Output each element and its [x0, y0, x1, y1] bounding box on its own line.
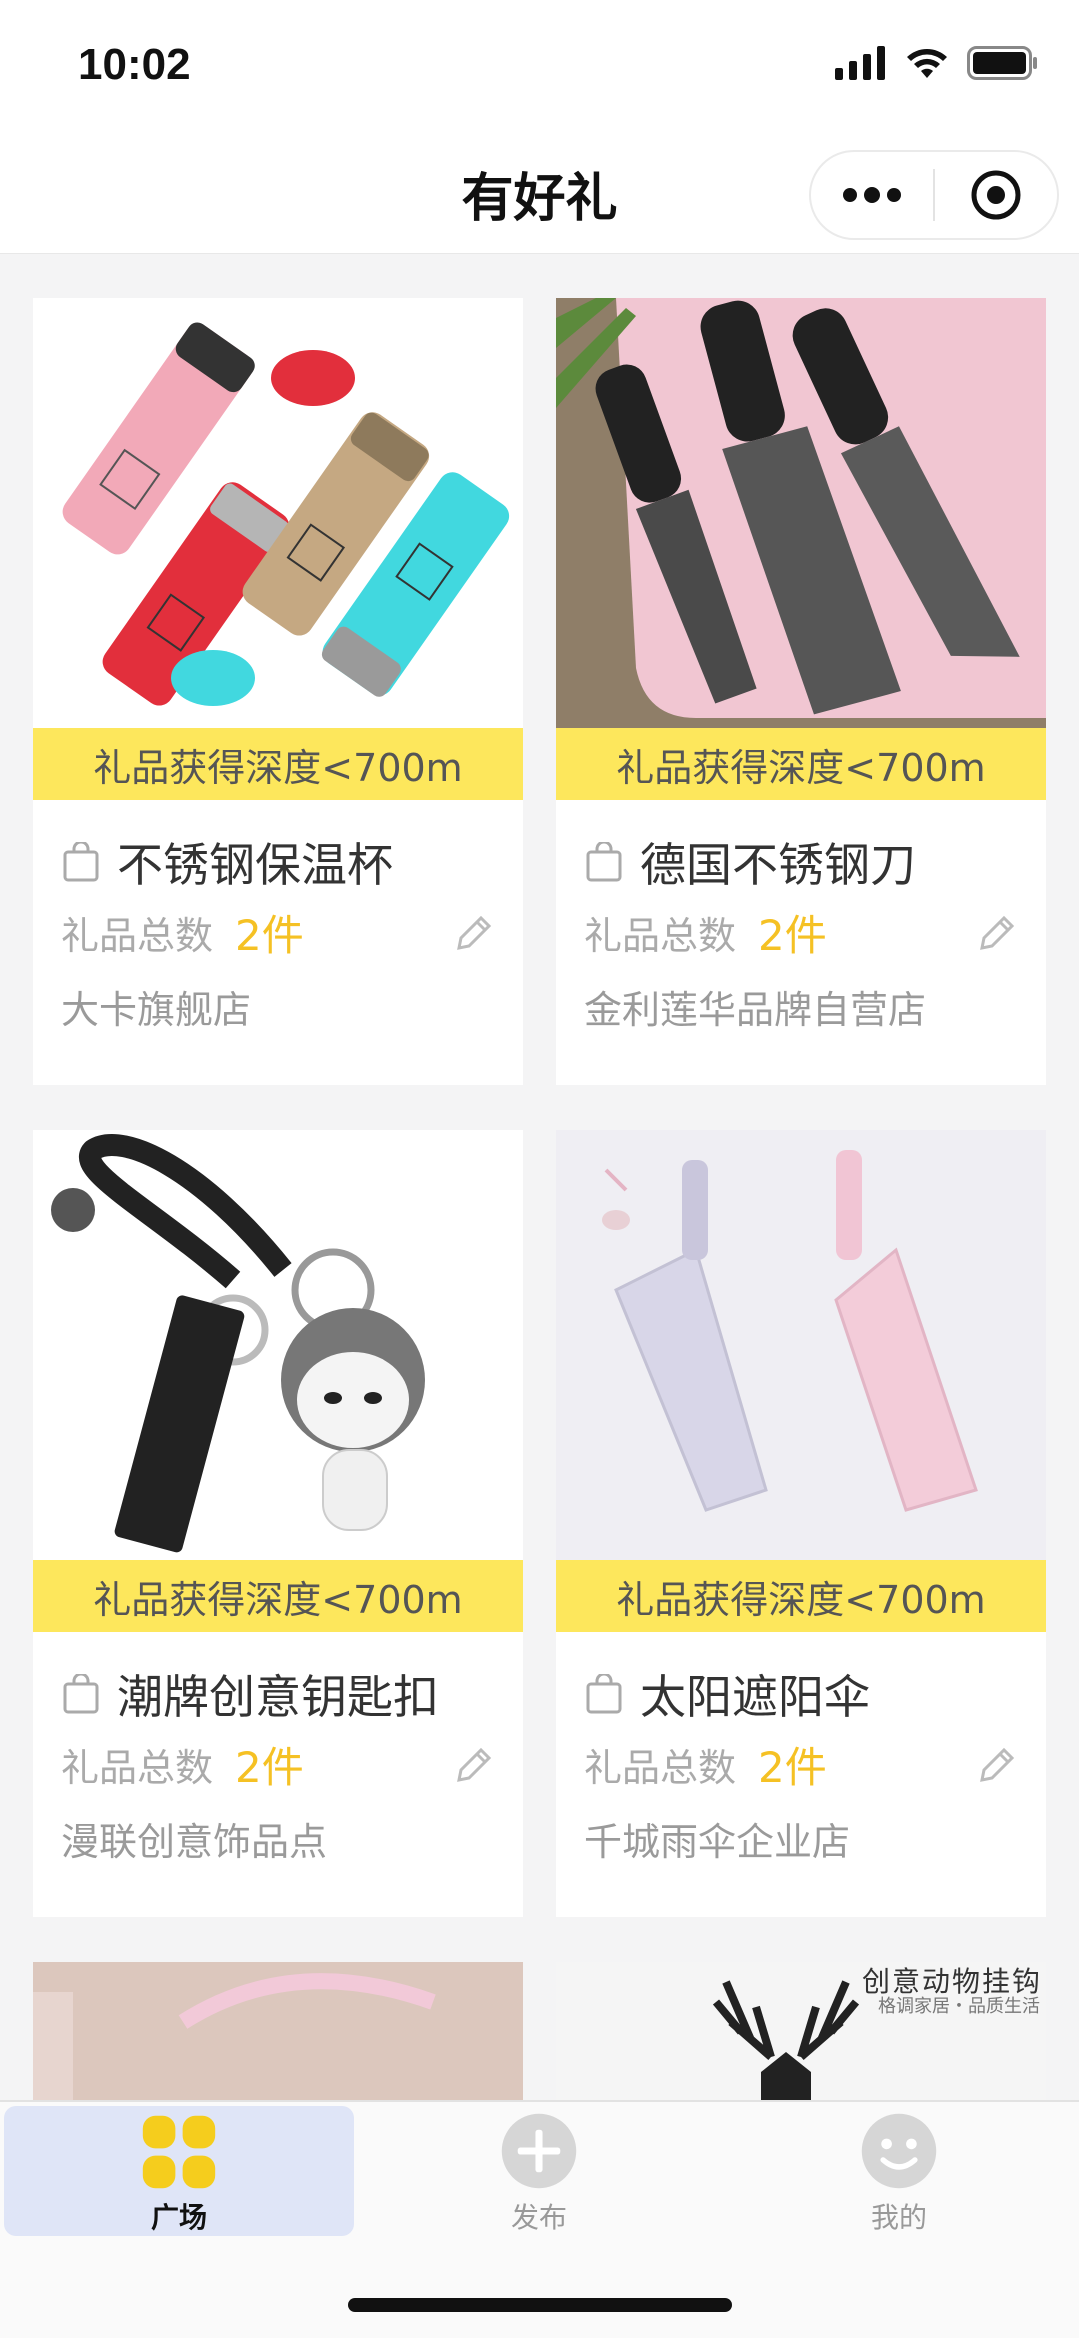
- plus-icon: [501, 2113, 577, 2189]
- card-body: 不锈钢保温杯 礼品总数 2件 大卡旗舰店: [33, 800, 523, 1042]
- product-image-lamp: [33, 1962, 523, 2122]
- nav-bar: 有好礼: [0, 130, 1079, 254]
- signal-icon: [835, 46, 885, 80]
- gift-count-row: 礼品总数 2件: [584, 1726, 1018, 1802]
- count-label: 礼品总数: [584, 913, 737, 958]
- gift-card[interactable]: 礼品获得深度<700m 潮牌创意钥匙扣 礼品总数 2件 漫联创意饰品点: [33, 1130, 523, 1917]
- card-body: 潮牌创意钥匙扣 礼品总数 2件 漫联创意饰品点: [33, 1632, 523, 1874]
- gift-title: 潮牌创意钥匙扣: [117, 1670, 439, 1724]
- mini-program-capsule: [809, 150, 1059, 240]
- gift-count-row: 礼品总数 2件: [584, 894, 1018, 970]
- partial-overlay-sub: 格调家居・品质生活: [878, 1996, 1040, 2017]
- tab-label: 广场: [150, 2201, 207, 2234]
- edit-icon[interactable]: [974, 1744, 1018, 1788]
- edit-icon[interactable]: [451, 912, 495, 956]
- store-name: 金利莲华品牌自营店: [584, 987, 927, 1032]
- gift-card[interactable]: 礼品获得深度<700m 德国不锈钢刀 礼品总数 2件 金利莲华品牌自营店: [556, 298, 1046, 1085]
- gift-count-row: 礼品总数 2件: [61, 894, 495, 970]
- gift-card[interactable]: 礼品获得深度<700m 太阳遮阳伞 礼品总数 2件 千城雨伞企业店: [556, 1130, 1046, 1917]
- home-indicator[interactable]: [348, 2298, 732, 2312]
- count-label: 礼品总数: [61, 1745, 214, 1790]
- count-label: 礼品总数: [61, 913, 214, 958]
- status-icons: [835, 46, 1039, 80]
- depth-banner: 礼品获得深度<700m: [33, 728, 523, 800]
- edit-icon[interactable]: [451, 1744, 495, 1788]
- gift-title: 不锈钢保温杯: [117, 838, 393, 892]
- grid-icon: [142, 2115, 216, 2189]
- tab-mine[interactable]: 我的: [724, 2106, 1074, 2236]
- store-name: 大卡旗舰店: [61, 987, 252, 1032]
- shopping-bag-icon: [63, 1674, 99, 1714]
- status-time: 10:02: [78, 40, 191, 89]
- count-value: 2件: [235, 910, 304, 960]
- edit-icon[interactable]: [974, 912, 1018, 956]
- tab-label: 我的: [870, 2201, 927, 2234]
- battery-icon: [967, 46, 1037, 80]
- count-value: 2件: [758, 910, 827, 960]
- gift-title: 太阳遮阳伞: [640, 1670, 870, 1724]
- gift-card[interactable]: 礼品获得深度<700m 不锈钢保温杯 礼品总数 2件 大卡旗舰店: [33, 298, 523, 1085]
- more-button[interactable]: [811, 152, 933, 238]
- status-bar: 10:02: [0, 0, 1079, 130]
- store-name: 漫联创意饰品点: [61, 1819, 328, 1864]
- product-image-umbrellas: [556, 1130, 1046, 1560]
- card-body: 德国不锈钢刀 礼品总数 2件 金利莲华品牌自营店: [556, 800, 1046, 1042]
- card-title-row: 潮牌创意钥匙扣: [61, 1662, 495, 1726]
- count-value: 2件: [235, 1742, 304, 1792]
- close-miniprogram-button[interactable]: [935, 152, 1057, 238]
- smile-icon: [861, 2113, 937, 2189]
- shopping-bag-icon: [586, 1674, 622, 1714]
- shopping-bag-icon: [586, 842, 622, 882]
- gift-card-partial[interactable]: 创意动物挂钩 格调家居・品质生活: [556, 1962, 1046, 2122]
- card-title-row: 不锈钢保温杯: [61, 830, 495, 894]
- count-value: 2件: [758, 1742, 827, 1792]
- store-name: 千城雨伞企业店: [584, 1819, 851, 1864]
- gift-count-row: 礼品总数 2件: [61, 1726, 495, 1802]
- more-dots-icon: [843, 187, 901, 203]
- gift-title: 德国不锈钢刀: [640, 838, 916, 892]
- card-title-row: 太阳遮阳伞: [584, 1662, 1018, 1726]
- depth-banner: 礼品获得深度<700m: [556, 1560, 1046, 1632]
- card-body: 太阳遮阳伞 礼品总数 2件 千城雨伞企业店: [556, 1632, 1046, 1874]
- count-label: 礼品总数: [584, 1745, 737, 1790]
- gift-grid: 礼品获得深度<700m 不锈钢保温杯 礼品总数 2件 大卡旗舰店 礼品获得深度<…: [33, 298, 1046, 2122]
- gift-card-partial[interactable]: [33, 1962, 523, 2122]
- depth-banner: 礼品获得深度<700m: [33, 1560, 523, 1632]
- target-icon: [971, 170, 1021, 220]
- shopping-bag-icon: [63, 842, 99, 882]
- product-image-keychain: [33, 1130, 523, 1560]
- product-image-knives: [556, 298, 1046, 728]
- product-image-thermos: [33, 298, 523, 728]
- card-title-row: 德国不锈钢刀: [584, 830, 1018, 894]
- tab-publish[interactable]: 发布: [364, 2106, 714, 2236]
- tab-square[interactable]: 广场: [4, 2106, 354, 2236]
- depth-banner: 礼品获得深度<700m: [556, 728, 1046, 800]
- wifi-icon: [907, 49, 947, 78]
- tab-label: 发布: [510, 2201, 567, 2234]
